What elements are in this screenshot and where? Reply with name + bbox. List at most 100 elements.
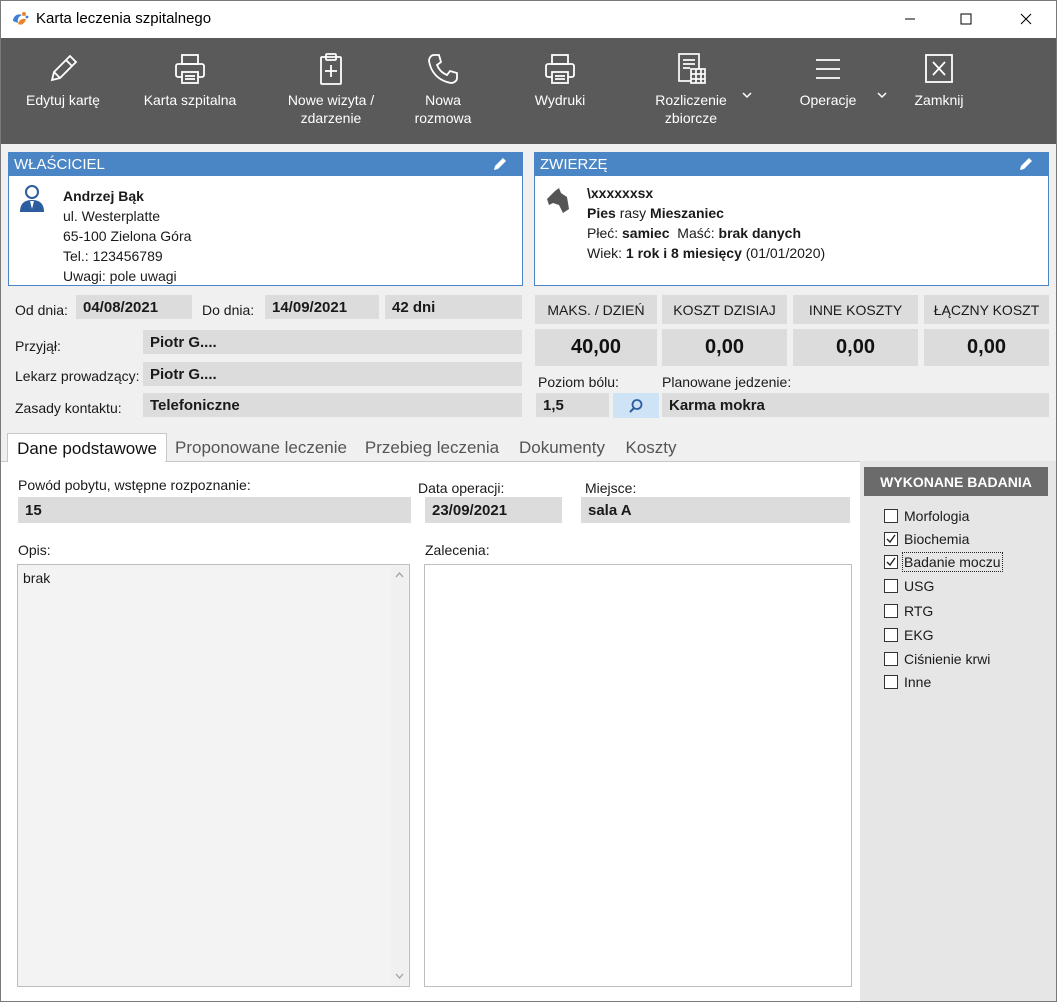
max-per-day-value: 40,00 <box>535 329 657 366</box>
pencil-icon <box>494 158 506 170</box>
test-label: RTG <box>904 603 934 619</box>
cost-today-label: KOSZT DZISIAJ <box>662 295 787 324</box>
max-per-day-label: MAKS. / DZIEŃ <box>535 295 657 324</box>
tab-documents[interactable]: Dokumenty <box>514 434 610 462</box>
pain-search-button[interactable] <box>613 393 659 418</box>
planned-food-field[interactable]: Karma mokra <box>662 393 1049 417</box>
test-morfologia[interactable]: Morfologia <box>884 506 969 526</box>
planned-food-label: Planowane jedzenie: <box>662 374 792 390</box>
operation-date-label: Data operacji: <box>418 480 505 496</box>
test-biochemia[interactable]: Biochemia <box>884 529 969 549</box>
printer-icon <box>543 52 577 86</box>
close-button[interactable]: Zamknij <box>899 38 979 144</box>
received-by-label: Przyjął: <box>15 338 61 354</box>
description-text: brak <box>23 570 51 586</box>
description-textarea[interactable]: brak <box>17 564 410 987</box>
new-call-button[interactable]: Nowa rozmowa <box>401 38 485 144</box>
scroll-down-icon[interactable] <box>395 973 404 979</box>
edit-owner-button[interactable] <box>492 156 508 175</box>
test-label: Ciśnienie krwi <box>904 651 991 667</box>
owner-name: Andrzej Bąk <box>63 188 144 204</box>
total-cost-label: ŁĄCZNY KOSZT <box>924 295 1049 324</box>
from-date-field[interactable]: 04/08/2021 <box>76 295 192 319</box>
recommendations-textarea[interactable] <box>424 564 852 987</box>
test-cisnienie-krwi[interactable]: Ciśnienie krwi <box>884 649 990 669</box>
test-inne[interactable]: Inne <box>884 672 931 692</box>
animal-name: \xxxxxxsx <box>587 185 654 201</box>
printouts-button[interactable]: Wydruki <box>519 38 601 144</box>
pain-level-label: Poziom bólu: <box>538 374 619 390</box>
pencil-icon <box>46 52 80 86</box>
test-label: Biochemia <box>904 531 970 547</box>
cost-today-value: 0,00 <box>662 329 787 366</box>
tab-proposed-treatment[interactable]: Proponowane leczenie <box>172 434 350 462</box>
checkmark-icon <box>886 534 896 544</box>
edit-card-button[interactable]: Edytuj kartę <box>13 38 113 144</box>
hospital-card-button[interactable]: Karta szpitalna <box>131 38 249 144</box>
minimize-button[interactable] <box>887 1 933 37</box>
checkmark-icon <box>886 557 896 567</box>
phone-icon <box>426 52 460 86</box>
hospital-card-label: Karta szpitalna <box>143 92 237 108</box>
test-label: Inne <box>904 674 932 690</box>
doctor-label: Lekarz prowadzący: <box>15 368 140 384</box>
test-label: Morfologia <box>904 508 970 524</box>
tab-costs[interactable]: Koszty <box>622 434 680 462</box>
invoice-icon <box>674 52 708 86</box>
test-label: USG <box>904 578 935 594</box>
checkbox[interactable] <box>884 628 898 642</box>
close-icon <box>1020 13 1032 25</box>
operations-button[interactable]: Operacje <box>787 38 869 144</box>
contact-rules-field[interactable]: Telefoniczne <box>143 393 522 417</box>
new-call-label: Nowa rozmowa <box>414 92 472 126</box>
total-cost-value: 0,00 <box>924 329 1049 366</box>
operation-date-field[interactable]: 23/09/2021 <box>425 497 562 523</box>
tab-treatment-progress[interactable]: Przebieg leczenia <box>362 434 502 462</box>
menu-icon <box>811 52 845 86</box>
test-rtg[interactable]: RTG <box>884 601 933 621</box>
checkbox[interactable] <box>884 652 898 666</box>
animal-age-line: Wiek: 1 rok i 8 miesięcy (01/01/2020) <box>587 245 826 261</box>
test-ekg[interactable]: EKG <box>884 625 934 645</box>
person-icon <box>17 183 47 216</box>
tab-basic-data[interactable]: Dane podstawowe <box>7 433 167 463</box>
test-usg[interactable]: USG <box>884 576 934 596</box>
close-label: Zamknij <box>914 92 964 108</box>
checkbox[interactable] <box>884 509 898 523</box>
checkbox[interactable] <box>884 604 898 618</box>
pain-level-field[interactable]: 1,5 <box>536 393 609 417</box>
other-costs-value: 0,00 <box>793 329 918 366</box>
owner-header: WŁAŚCICIEL <box>9 153 522 176</box>
owner-phone: Tel.: 123456789 <box>63 248 163 264</box>
collective-settlement-button[interactable]: Rozliczenie zbiorcze <box>643 38 739 144</box>
checkbox-checked[interactable] <box>884 555 898 569</box>
new-visit-button[interactable]: Nowe wizyta / zdarzenie <box>273 38 389 144</box>
printouts-label: Wydruki <box>534 92 586 108</box>
reason-field[interactable]: 15 <box>18 497 411 523</box>
place-field[interactable]: sala A <box>581 497 850 523</box>
collective-settlement-label: Rozliczenie zbiorcze <box>655 92 727 126</box>
owner-street: ul. Westerplatte <box>63 208 161 224</box>
to-date-field[interactable]: 14/09/2021 <box>265 295 379 319</box>
maximize-button[interactable] <box>943 1 989 37</box>
doctor-field[interactable]: Piotr G.... <box>143 362 522 386</box>
pencil-icon <box>1020 158 1032 170</box>
test-badanie-moczu[interactable]: Badanie moczu <box>884 552 1003 572</box>
checkbox[interactable] <box>884 579 898 593</box>
scroll-up-icon[interactable] <box>395 572 404 578</box>
received-by-field[interactable]: Piotr G.... <box>143 330 522 354</box>
close-window-button[interactable] <box>1003 1 1049 37</box>
description-scrollbar[interactable] <box>391 566 408 985</box>
chevron-down-icon[interactable] <box>741 86 753 102</box>
test-label: EKG <box>904 627 934 643</box>
chevron-down-icon[interactable] <box>876 86 888 102</box>
place-label: Miejsce: <box>585 480 637 496</box>
owner-city: 65-100 Zielona Góra <box>63 228 192 244</box>
window-title: Karta leczenia szpitalnego <box>36 10 212 27</box>
checkbox-checked[interactable] <box>884 532 898 546</box>
edit-animal-button[interactable] <box>1018 156 1034 175</box>
test-label: Badanie moczu <box>902 552 1003 572</box>
owner-panel: WŁAŚCICIEL Andrzej Bąk ul. Westerplatte … <box>8 152 523 286</box>
checkbox[interactable] <box>884 675 898 689</box>
to-date-label: Do dnia: <box>202 302 255 318</box>
